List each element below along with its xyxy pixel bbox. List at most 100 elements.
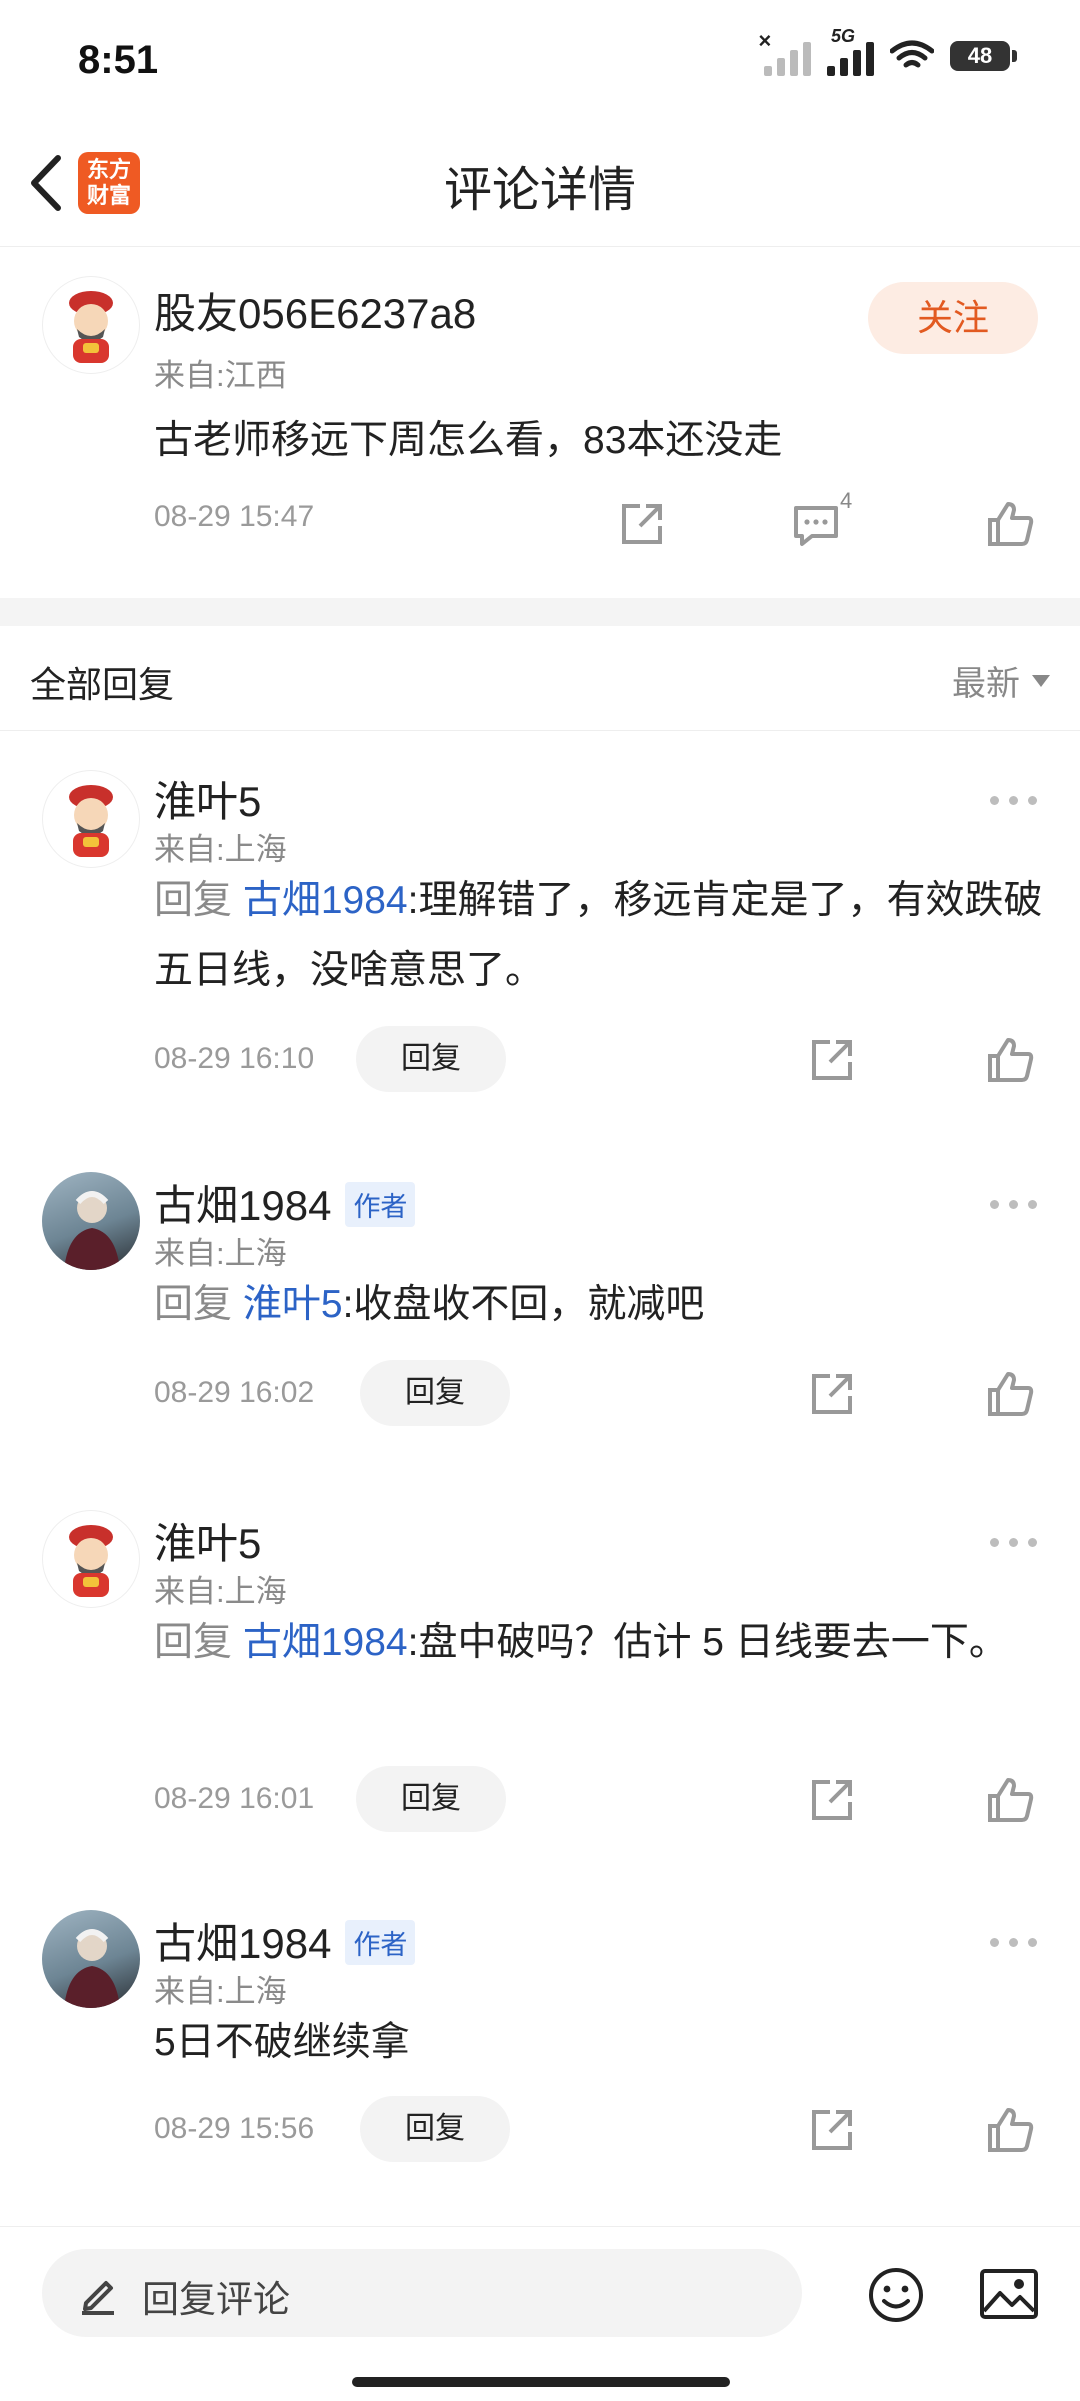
thumbs-up-icon <box>988 1778 1034 1822</box>
image-icon <box>980 2269 1038 2319</box>
comment-input-placeholder: 回复评论 <box>142 2279 290 2320</box>
follow-button[interactable]: 关注 <box>868 282 1038 354</box>
like-button[interactable] <box>982 1366 1038 1422</box>
reply-username[interactable]: 淮叶5 <box>154 768 261 829</box>
reply-content: 回复 古畑1984:盘中破吗？估计 5 日线要去一下。 <box>154 1608 1024 1678</box>
reply-button[interactable]: 回复 <box>360 2096 510 2162</box>
reply-location: 来自:上海 <box>154 1236 287 1271</box>
share-button[interactable] <box>804 1032 860 1088</box>
image-button[interactable] <box>978 2267 1040 2323</box>
comment-input[interactable]: 回复评论 <box>42 2249 802 2337</box>
battery-level: 48 <box>967 43 993 68</box>
section-divider <box>0 598 1080 626</box>
reply-username-text: 古畑1984 <box>154 1920 332 1967</box>
post-time: 08-29 15:47 <box>154 500 315 533</box>
reply-item: 淮叶5 来自:上海 回复 古畑1984:理解错了，移远肯定是了，有效跌破五日线，… <box>0 730 1080 1110</box>
reply-username-text: 古畑1984 <box>154 1182 332 1229</box>
thumbs-up-icon <box>988 502 1034 546</box>
reply-target-link[interactable]: 淮叶5 <box>243 1283 343 1326</box>
status-bar: 8:51 × 5G 48 <box>0 0 1080 120</box>
reply-button[interactable]: 回复 <box>356 1766 506 1832</box>
reply-item: 淮叶5 来自:上海 回复 古畑1984:盘中破吗？估计 5 日线要去一下。 08… <box>0 1510 1080 1890</box>
reply-text: :收盘收不回，就减吧 <box>342 1283 705 1326</box>
reply-time: 08-29 16:10 <box>154 1042 315 1075</box>
share-icon <box>812 1040 852 1080</box>
share-button[interactable] <box>804 1772 860 1828</box>
person-photo-icon <box>64 1929 120 2008</box>
thumbs-up-icon <box>988 2108 1034 2152</box>
like-button[interactable] <box>982 1772 1038 1828</box>
thumbs-up-icon <box>988 1038 1034 1082</box>
wifi-icon <box>890 40 934 68</box>
person-photo-icon <box>64 1191 120 1270</box>
all-replies-title: 全部回复 <box>30 664 175 705</box>
more-icon[interactable] <box>990 1932 1050 1952</box>
reply-target-link[interactable]: 古畑1984 <box>243 879 408 922</box>
reply-prefix: 回复 <box>154 1621 233 1664</box>
caishen-avatar-icon <box>69 1525 113 1597</box>
share-button[interactable] <box>614 496 670 552</box>
reply-prefix: 回复 <box>154 879 233 922</box>
share-icon <box>622 504 662 544</box>
reply-location: 来自:上海 <box>154 832 287 867</box>
reply-button[interactable]: 回复 <box>356 1026 506 1092</box>
signal-sim1-icon: × <box>758 28 811 76</box>
comment-count: 4 <box>840 488 853 513</box>
more-icon[interactable] <box>990 1194 1050 1214</box>
share-button[interactable] <box>804 2102 860 2158</box>
signal-5g-icon: 5G <box>827 26 874 76</box>
sort-dropdown[interactable]: 最新 <box>952 656 1050 705</box>
avatar[interactable] <box>42 276 140 374</box>
reply-content: 回复 古畑1984:理解错了，移远肯定是了，有效跌破五日线，没啥意思了。 <box>154 866 1044 1006</box>
replies-header: 全部回复 最新 <box>0 626 1080 731</box>
header: 东方财富 评论详情 <box>0 120 1080 247</box>
more-icon[interactable] <box>990 1532 1050 1552</box>
avatar[interactable] <box>42 1172 140 1270</box>
post-username[interactable]: 股友056E6237a8 <box>154 280 476 341</box>
author-badge: 作者 <box>345 1182 416 1228</box>
more-icon[interactable] <box>990 790 1050 810</box>
avatar[interactable] <box>42 1910 140 2008</box>
comment-icon <box>794 506 838 546</box>
emoji-icon <box>869 2268 923 2322</box>
reply-time: 08-29 15:56 <box>154 2112 315 2145</box>
like-button[interactable] <box>982 1032 1038 1088</box>
avatar[interactable] <box>42 1510 140 1608</box>
status-icons: × 5G 48 <box>758 26 1017 76</box>
thumbs-up-icon <box>988 1372 1034 1416</box>
caishen-avatar-icon <box>69 785 113 857</box>
home-indicator[interactable] <box>352 2377 730 2387</box>
reply-time: 08-29 16:02 <box>154 1376 315 1409</box>
reply-prefix: 回复 <box>154 1283 233 1326</box>
bottom-bar: 回复评论 <box>0 2226 1080 2401</box>
avatar[interactable] <box>42 770 140 868</box>
reply-text: :盘中破吗？估计 5 日线要去一下。 <box>407 1621 1008 1664</box>
pen-icon <box>82 2281 114 2315</box>
reply-item: 古畑1984 作者 来自:上海 回复 淮叶5:收盘收不回，就减吧 08-29 16… <box>0 1110 1080 1510</box>
reply-location: 来自:上海 <box>154 1974 287 2009</box>
reply-button[interactable]: 回复 <box>360 1360 510 1426</box>
reply-username[interactable]: 古畑1984 作者 <box>154 1910 416 1971</box>
share-icon <box>812 1374 852 1414</box>
share-button[interactable] <box>804 1366 860 1422</box>
reply-location: 来自:上海 <box>154 1574 287 1609</box>
reply-username[interactable]: 古畑1984 作者 <box>154 1172 416 1233</box>
page-title: 评论详情 <box>443 164 636 217</box>
reply-content: 回复 淮叶5:收盘收不回，就减吧 <box>154 1270 1044 1340</box>
share-icon <box>812 2110 852 2150</box>
like-button[interactable] <box>982 496 1038 552</box>
battery-icon: 48 <box>950 41 1017 71</box>
like-button[interactable] <box>982 2102 1038 2158</box>
reply-target-link[interactable]: 古畑1984 <box>243 1621 408 1664</box>
reply-username[interactable]: 淮叶5 <box>154 1510 261 1571</box>
reply-content: 5日不破继续拿 <box>154 2021 410 2064</box>
share-icon <box>812 1780 852 1820</box>
status-time: 8:51 <box>78 38 159 82</box>
reply-item: 古畑1984 作者 来自:上海 5日不破继续拿 08-29 15:56 回复 <box>0 1890 1080 2226</box>
sort-label: 最新 <box>952 665 1020 703</box>
post-location: 来自:江西 <box>154 358 287 393</box>
emoji-button[interactable] <box>866 2265 926 2325</box>
comment-button[interactable] <box>788 496 844 552</box>
post-content: 古老师移远下周怎么看，83本还没走 <box>154 419 783 462</box>
author-badge: 作者 <box>345 1920 416 1966</box>
